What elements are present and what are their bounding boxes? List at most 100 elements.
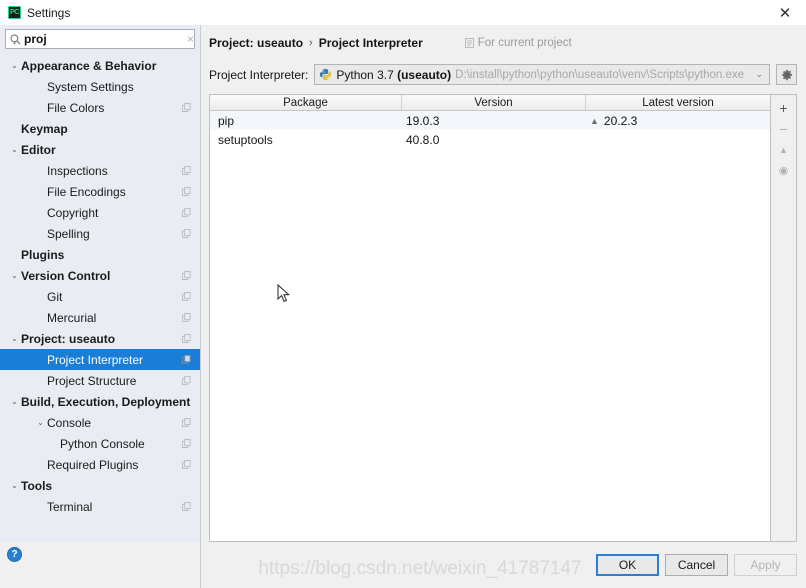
dialog-footer: OK Cancel Apply <box>201 542 806 588</box>
sidebar-item-build-execution-deployment[interactable]: ⌄ Build, Execution, Deployment <box>0 391 200 412</box>
search-box[interactable]: × <box>5 29 195 49</box>
search-input[interactable] <box>24 31 184 47</box>
cancel-button[interactable]: Cancel <box>665 554 728 576</box>
sidebar-item-label: Terminal <box>47 499 93 514</box>
sidebar-item-inspections[interactable]: Inspections <box>0 160 200 181</box>
chevron-down-icon[interactable]: ⌄ <box>8 145 21 154</box>
sidebar-item-plugins[interactable]: Plugins <box>0 244 200 265</box>
packages-area: Package Version Latest version pip 19.0.3 ▲ 2… <box>209 94 797 542</box>
sidebar-item-file-colors[interactable]: File Colors <box>0 97 200 118</box>
interpreter-dropdown[interactable]: Python 3.7 (useauto) D:\install\python\p… <box>314 64 770 85</box>
breadcrumb: Project: useauto › Project Interpreter F… <box>209 33 797 53</box>
sidebar-item-label: Copyright <box>47 205 99 220</box>
sidebar-item-label: Required Plugins <box>47 457 139 472</box>
sidebar-item-project-useauto[interactable]: ⌄ Project: useauto <box>0 328 200 349</box>
copy-icon <box>182 334 191 343</box>
sidebar-item-system-settings[interactable]: System Settings <box>0 76 200 97</box>
chevron-down-icon[interactable]: ⌄ <box>8 61 21 70</box>
copy-icon <box>182 271 191 280</box>
sidebar-item-project-structure[interactable]: Project Structure <box>0 370 200 391</box>
copy-icon <box>182 103 191 112</box>
upgrade-package-button[interactable]: ▲ <box>772 139 796 160</box>
title-bar: PC Settings ✕ <box>0 0 806 25</box>
sidebar-item-keymap[interactable]: Keymap <box>0 118 200 139</box>
window-title: Settings <box>27 5 71 20</box>
table-row[interactable]: pip 19.0.3 ▲ 20.2.3 <box>210 111 770 130</box>
add-package-button[interactable]: + <box>772 97 796 118</box>
sidebar-item-copyright[interactable]: Copyright <box>0 202 200 223</box>
main-inner: Project: useauto › Project Interpreter F… <box>201 25 806 542</box>
help-button[interactable]: ? <box>7 547 22 562</box>
settings-sidebar: × ⌄Appearance & Behavior System Settings F… <box>0 25 201 588</box>
copy-icon <box>182 376 191 385</box>
chevron-down-icon[interactable]: ⌄ <box>751 69 767 80</box>
sidebar-item-required-plugins[interactable]: Required Plugins <box>0 454 200 475</box>
interpreter-settings-button[interactable] <box>776 64 797 85</box>
sidebar-item-label: Version Control <box>21 268 111 283</box>
sidebar-item-console[interactable]: ⌄ Console <box>0 412 200 433</box>
settings-main-panel: Project: useauto › Project Interpreter F… <box>201 25 806 588</box>
sidebar-item-label: Build, Execution, Deployment <box>21 394 191 409</box>
chevron-down-icon[interactable]: ⌄ <box>8 397 21 406</box>
sidebar-item-python-console[interactable]: Python Console <box>0 433 200 454</box>
copy-icon <box>182 313 191 322</box>
chevron-down-icon[interactable]: ⌄ <box>34 418 47 427</box>
sidebar-item-label: Python Console <box>60 436 145 451</box>
copy-icon <box>182 187 191 196</box>
document-icon <box>464 38 474 48</box>
column-header-latest-version[interactable]: Latest version <box>586 95 770 110</box>
title-bar-left: PC Settings <box>8 6 70 20</box>
breadcrumb-current: Project Interpreter <box>318 36 423 50</box>
copy-icon <box>182 418 191 427</box>
interpreter-name: Python 3.7 (useauto) <box>336 67 452 82</box>
copy-icon <box>182 208 191 217</box>
column-header-package[interactable]: Package <box>210 95 402 110</box>
gear-icon <box>781 69 792 80</box>
copy-icon <box>182 502 191 511</box>
remove-package-button[interactable]: − <box>772 118 796 139</box>
ok-button[interactable]: OK <box>596 554 659 576</box>
sidebar-item-spelling[interactable]: Spelling <box>0 223 200 244</box>
settings-dialog: PC Settings ✕ × <box>0 0 806 588</box>
chevron-down-icon[interactable]: ⌄ <box>8 481 21 490</box>
sidebar-item-label: Inspections <box>47 163 108 178</box>
copy-icon <box>182 229 191 238</box>
sidebar-item-label: Plugins <box>21 247 65 262</box>
close-icon[interactable]: ✕ <box>768 0 802 25</box>
sidebar-item-appearance-behavior[interactable]: ⌄ Appearance & Behavior <box>0 55 200 76</box>
sidebar-item-terminal[interactable]: Terminal <box>0 496 200 517</box>
sidebar-item-mercurial[interactable]: Mercurial <box>0 307 200 328</box>
sidebar-item-editor[interactable]: ⌄ Editor <box>0 139 200 160</box>
packages-table: Package Version Latest version pip 19.0.3 ▲ 2… <box>209 94 771 542</box>
cell-version: 19.0.3 <box>406 113 440 128</box>
table-row[interactable]: setuptools 40.8.0 <box>210 130 770 149</box>
cell-latest-version <box>586 130 770 149</box>
sidebar-item-label: System Settings <box>47 79 134 94</box>
sidebar-item-label: Git <box>47 289 63 304</box>
cell-package: setuptools <box>218 132 273 147</box>
packages-table-body: pip 19.0.3 ▲ 20.2.3 setuptools 40.8.0 <box>210 111 770 541</box>
sidebar-item-tools[interactable]: ⌄ Tools <box>0 475 200 496</box>
show-early-releases-button[interactable]: ◉ <box>772 160 796 181</box>
search-icon <box>10 34 21 45</box>
apply-button[interactable]: Apply <box>734 554 797 576</box>
clear-search-icon[interactable]: × <box>187 32 196 46</box>
sidebar-item-project-interpreter[interactable]: Project Interpreter <box>0 349 200 370</box>
column-header-version[interactable]: Version <box>402 95 586 110</box>
interpreter-path: D:\install\python\python\useauto\venv\Sc… <box>455 68 745 81</box>
sidebar-item-git[interactable]: Git <box>0 286 200 307</box>
breadcrumb-parent[interactable]: Project: useauto <box>209 36 303 50</box>
sidebar-item-label: Editor <box>21 142 56 157</box>
breadcrumb-separator-icon: › <box>309 37 313 49</box>
packages-table-header: Package Version Latest version <box>210 95 770 111</box>
cell-package: pip <box>218 113 235 128</box>
copy-icon <box>182 292 191 301</box>
chevron-down-icon[interactable]: ⌄ <box>8 271 21 280</box>
for-current-project-label: For current project <box>477 37 572 49</box>
copy-icon <box>182 439 191 448</box>
chevron-down-icon[interactable]: ⌄ <box>8 334 21 343</box>
settings-tree: ⌄ Appearance & Behavior System Settings Fil… <box>0 52 200 542</box>
sidebar-item-version-control[interactable]: ⌄ Version Control <box>0 265 200 286</box>
sidebar-item-file-encodings[interactable]: File Encodings <box>0 181 200 202</box>
sidebar-footer: ? <box>0 542 200 588</box>
